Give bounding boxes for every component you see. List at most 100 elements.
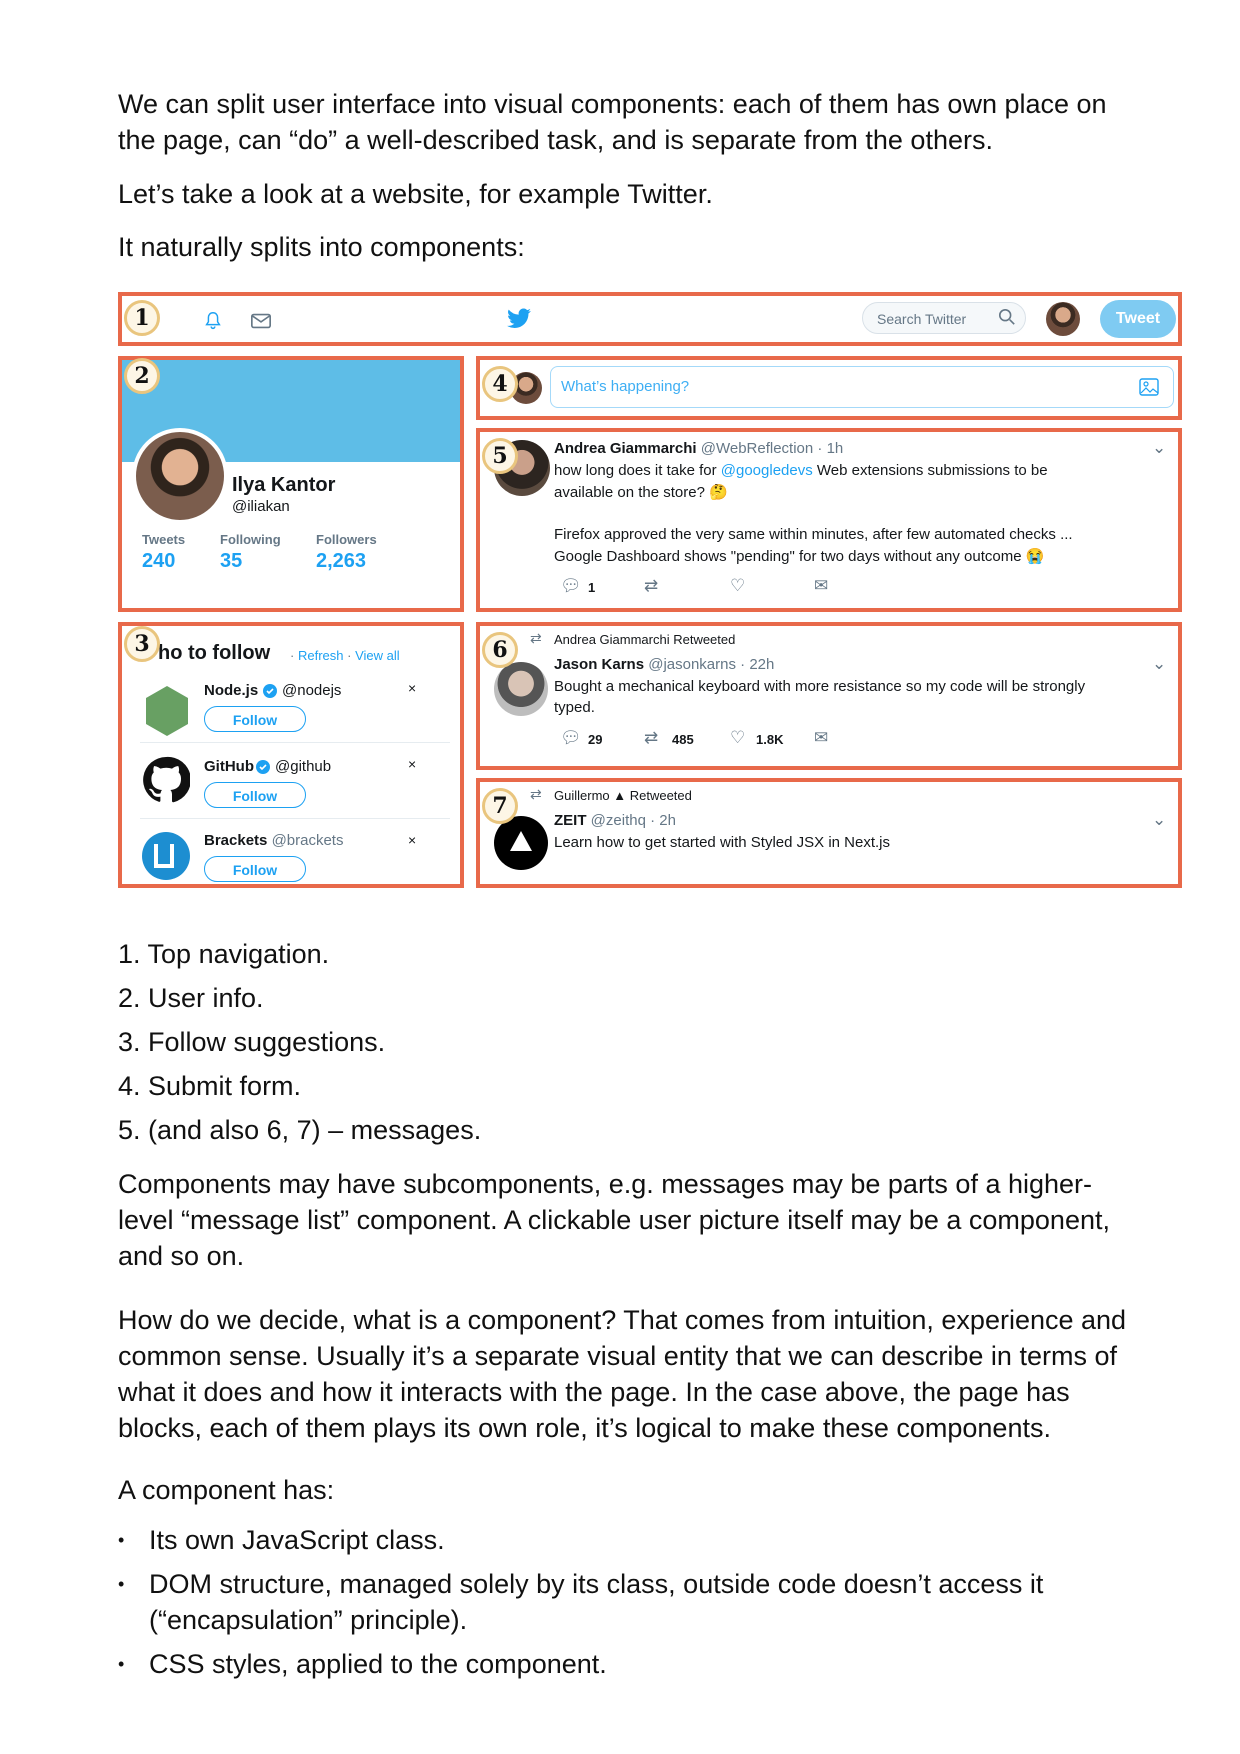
callout-number-3: 3 [124,626,160,662]
callout-number-5: 5 [482,438,518,474]
stat-value-tweets[interactable]: 240 [142,550,175,573]
refresh-link[interactable]: Refresh [298,648,344,663]
suggestion-handle-nodejs[interactable]: @nodejs [282,682,341,699]
bullet-item: Its own JavaScript class. [118,1522,1128,1558]
retweet-icon[interactable]: ⇄ [644,576,658,596]
list-item: 5. (and also 6, 7) – messages. [118,1115,482,1145]
bullet-item: DOM structure, managed solely by its cla… [118,1566,1128,1638]
follow-button-brackets[interactable]: Follow [204,856,306,882]
mention-link[interactable]: @googledevs [721,462,813,479]
paragraph-what-is-component: How do we decide, what is a component? T… [118,1305,1127,1443]
tweet-text: Learn how to get started with Styled JSX… [554,834,890,851]
tweet-handle[interactable]: @jasonkarns · 22h [648,656,774,673]
like-icon[interactable]: ♡ [730,728,745,748]
tweet-author[interactable]: Andrea Giammarchi [554,440,697,457]
compose-input[interactable]: What’s happening? [550,366,1174,408]
dismiss-icon[interactable]: × [408,832,416,848]
message-icon[interactable]: ✉ [814,576,828,596]
compose-placeholder: What’s happening? [561,378,690,395]
zeit-logo-icon[interactable] [494,816,548,870]
tweet-avatar[interactable] [494,662,548,716]
retweet-icon: ⇄ [530,630,542,646]
intro-paragraph-1: We can split user interface into visual … [118,89,1107,155]
profile-handle[interactable]: @iliakan [232,498,290,515]
retweeted-by[interactable]: Andrea Giammarchi Retweeted [554,632,735,647]
like-count: 1.8K [756,732,784,747]
retweet-icon: ⇄ [530,786,542,802]
dismiss-icon[interactable]: × [408,680,416,696]
profile-avatar[interactable] [132,428,228,524]
message-box-5: Andrea Giammarchi @WebReflection · 1h ho… [476,428,1182,612]
tweet-text-post: Web extensions submissions to be [812,462,1048,479]
image-icon[interactable] [1139,378,1159,396]
link-separator: · [347,648,352,663]
top-navigation-box: Search Twitter Tweet [118,292,1182,346]
retweet-count: 485 [672,732,694,747]
stat-label-followers: Followers [316,532,377,547]
suggestion-handle-github[interactable]: @github [275,758,331,775]
component-list: 1. Top navigation. 2. User info. 3. Foll… [118,932,481,1152]
suggestion-brackets[interactable]: Brackets @brackets [204,832,343,849]
chevron-down-icon[interactable]: ⌄ [1152,438,1166,458]
tweet-text-pre: how long does it take for [554,462,721,479]
user-avatar[interactable] [1046,302,1080,336]
list-item: 1. Top navigation. [118,939,330,969]
tweet-author[interactable]: ZEIT [554,812,587,829]
title-separator: · [290,648,295,663]
bell-icon[interactable] [202,310,224,332]
chevron-down-icon[interactable]: ⌄ [1152,810,1166,830]
profile-name[interactable]: Ilya Kantor [232,474,335,497]
view-all-link[interactable]: View all [355,648,400,663]
bullet-item: CSS styles, applied to the component. [118,1646,1128,1682]
reply-count: 1 [588,580,596,595]
divider [140,742,450,743]
tweet-text: Bought a mechanical keyboard with more r… [554,678,1086,695]
github-logo-icon[interactable] [142,756,190,804]
retweet-icon[interactable]: ⇄ [644,728,658,748]
paragraph-subcomponents: Components may have subcomponents, e.g. … [118,1169,1110,1271]
callout-number-1: 1 [124,300,160,336]
intro-paragraph-3: It naturally splits into components: [118,232,525,262]
tweet-text: available on the store? 🤔 [554,484,728,501]
retweeted-by[interactable]: Guillermo ▲ Retweeted [554,788,692,803]
divider [140,818,450,819]
mail-icon[interactable] [250,312,272,330]
suggestion-handle-brackets[interactable]: @brackets [272,832,344,849]
callout-number-7: 7 [482,788,518,824]
follow-suggestions-box: ho to follow · Refresh · View all Node.j… [118,622,464,888]
search-icon[interactable] [998,308,1016,326]
nodejs-logo-icon[interactable] [142,684,192,738]
suggestion-name-nodejs[interactable]: Node.js [204,682,258,699]
callout-number-2: 2 [124,358,160,394]
list-item: 4. Submit form. [118,1071,302,1101]
suggestion-name-brackets[interactable]: Brackets [204,832,267,849]
tweet-handle[interactable]: @zeithq · 2h [591,812,676,829]
dismiss-icon[interactable]: × [408,756,416,772]
twitter-components-figure: Search Twitter Tweet 1 Ilya Kantor @ilia… [118,292,1182,888]
suggestion-name-github[interactable]: GitHub [204,758,254,775]
follow-button-nodejs[interactable]: Follow [204,706,306,732]
follow-button-github[interactable]: Follow [204,782,306,808]
reply-icon[interactable]: 💬︎ [560,576,582,596]
intro-paragraph-2: Let’s take a look at a website, for exam… [118,179,713,209]
stat-label-tweets: Tweets [142,532,186,547]
stat-value-following[interactable]: 35 [220,550,242,573]
component-properties-list: Its own JavaScript class. DOM structure,… [118,1522,1128,1690]
tweet-button[interactable]: Tweet [1100,300,1176,338]
tweet-handle[interactable]: @WebReflection · 1h [701,440,844,457]
tweet-text: Google Dashboard shows "pending" for two… [554,548,1045,565]
stat-value-followers[interactable]: 2,263 [316,550,366,573]
callout-number-4: 4 [482,366,518,402]
message-icon[interactable]: ✉ [814,728,828,748]
reply-count: 29 [588,732,603,747]
twitter-bird-icon[interactable] [506,308,532,330]
who-to-follow-title: ho to follow [158,642,271,664]
tweet-text: typed. [554,699,595,716]
tweet-text: Firefox approved the very same within mi… [554,526,1073,543]
like-icon[interactable]: ♡ [730,576,745,596]
brackets-logo-icon[interactable] [142,832,190,880]
list-item: 2. User info. [118,983,264,1013]
chevron-down-icon[interactable]: ⌄ [1152,654,1166,674]
reply-icon[interactable]: 💬︎ [560,728,582,748]
tweet-author[interactable]: Jason Karns [554,656,644,673]
